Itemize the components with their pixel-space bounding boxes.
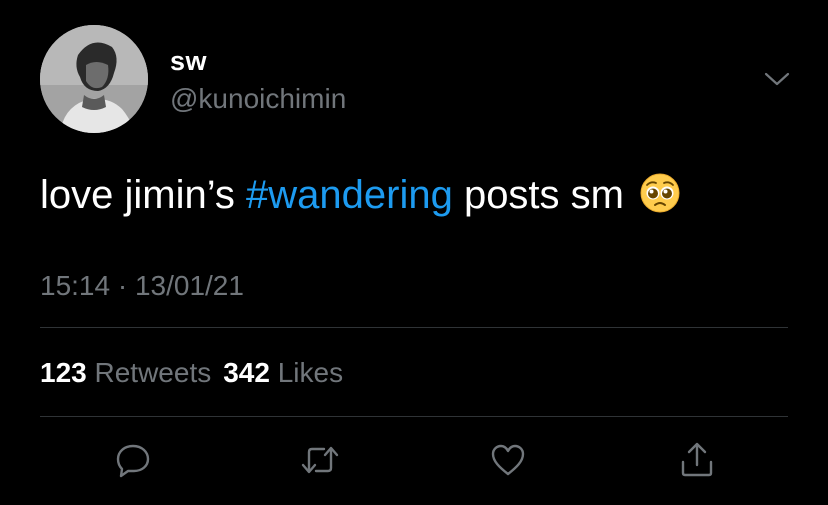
reply-icon [116, 444, 150, 478]
retweet-button[interactable] [300, 440, 340, 480]
divider [40, 327, 788, 328]
share-button[interactable] [677, 440, 717, 480]
retweets-count: 123 [40, 357, 87, 388]
more-options-button[interactable] [760, 62, 794, 96]
reply-button[interactable] [113, 440, 153, 480]
tweet-timestamp[interactable]: 15:14 · 13/01/21 [40, 268, 244, 304]
like-button[interactable] [488, 440, 528, 480]
likes-count: 342 [223, 357, 270, 388]
divider [40, 416, 788, 417]
display-name[interactable]: sw [170, 46, 207, 76]
tweet-text-body-end: posts sm [452, 173, 624, 217]
share-icon [681, 442, 713, 477]
username-handle[interactable]: @kunoichimin [170, 83, 346, 115]
engagement-stats: 123 Retweets 342 Likes [40, 355, 343, 391]
retweets-label: Retweets [94, 357, 212, 388]
tweet-detail: sw @kunoichimin love jimin’s #wandering … [0, 0, 828, 505]
tweet-text: love jimin’s #wandering posts sm [40, 167, 681, 229]
avatar[interactable] [40, 25, 148, 133]
profile-photo-icon [40, 25, 148, 133]
likes-label: Likes [277, 357, 344, 388]
retweets-link[interactable]: 123 Retweets [40, 357, 211, 388]
tweet-text-body: love jimin’s [40, 173, 246, 217]
heart-icon [491, 444, 525, 476]
retweet-icon [301, 446, 339, 474]
hashtag-link[interactable]: #wandering [246, 173, 453, 217]
pleading-face-emoji-icon [639, 172, 681, 229]
chevron-down-icon [764, 72, 790, 86]
likes-link[interactable]: 342 Likes [223, 357, 343, 388]
